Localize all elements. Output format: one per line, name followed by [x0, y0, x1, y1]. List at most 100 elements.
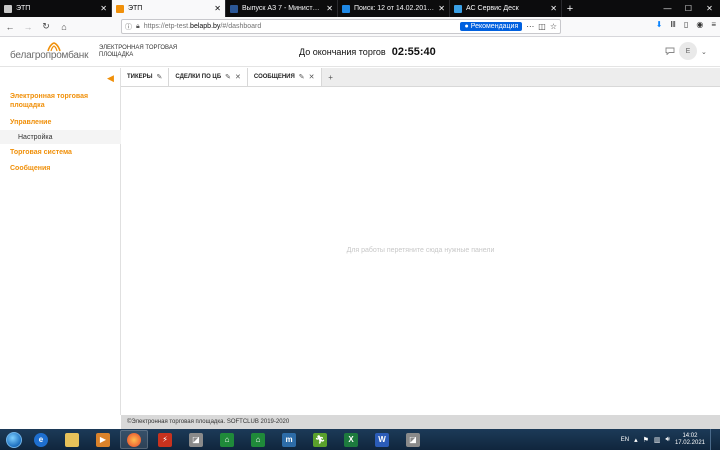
browser-tab-title: ЭТП: [16, 5, 31, 12]
countdown-label: До окончания торгов: [299, 47, 386, 57]
address-bar[interactable]: ⓘ 🔒︎ https://etp-test.belapb.by/#/dashbo…: [121, 19, 561, 34]
action-center-flag-icon[interactable]: ⚑: [643, 436, 649, 444]
search-favicon-icon: [342, 4, 350, 13]
edit-pencil-icon[interactable]: ✎: [299, 73, 305, 81]
close-window-button[interactable]: ✕: [699, 0, 720, 17]
taskbar-app-red[interactable]: ⚡: [151, 430, 179, 449]
browser-nav-bar: ← → ↻ ⌂ ⓘ 🔒︎ https://etp-test.belapb.by/…: [0, 17, 720, 37]
tab-messages[interactable]: СООБЩЕНИЯ ✎ ✕: [247, 68, 322, 86]
pocket-icon[interactable]: ◫: [538, 22, 546, 31]
internet-explorer-icon: e: [34, 432, 48, 447]
taskbar-explorer[interactable]: [58, 430, 86, 449]
browser-tab[interactable]: Поиск: 12 от 14.02.2019 - йех ✕: [338, 0, 450, 17]
dashboard-workspace[interactable]: Для работы перетяните сюда нужные панели: [121, 87, 720, 415]
taskbar-remote[interactable]: ◪: [182, 430, 210, 449]
show-hidden-icons-icon[interactable]: ▴: [634, 436, 638, 444]
empty-workspace-hint: Для работы перетяните сюда нужные панели: [346, 247, 495, 254]
close-tab-icon[interactable]: ✕: [550, 4, 557, 13]
browser-tab-title: ЭТП: [128, 5, 143, 12]
remote-desktop-icon: ◪: [189, 432, 203, 447]
back-arrow-icon[interactable]: ←: [4, 21, 16, 33]
chat-icon[interactable]: [665, 47, 675, 55]
etp-favicon-icon: [116, 4, 124, 13]
trading-countdown: До окончания торгов 02:55:40: [299, 46, 436, 58]
new-tab-button[interactable]: +: [562, 0, 578, 17]
tab-securities-deals[interactable]: СДЕЛКИ ПО ЦБ ✎ ✕: [169, 68, 248, 86]
sidebar-item-management[interactable]: Управление: [10, 118, 115, 127]
volume-icon[interactable]: 🔊︎: [666, 436, 670, 444]
collapse-sidebar-icon[interactable]: ◀: [107, 73, 114, 84]
taskbar-bank-client-2[interactable]: ⌂: [244, 430, 272, 449]
bank-logo[interactable]: белагропромбанк: [10, 42, 92, 62]
taskbar-media-player[interactable]: ▶: [89, 430, 117, 449]
close-tab-icon[interactable]: ✕: [438, 4, 445, 13]
recommendation-button[interactable]: ● Рекомендация: [460, 22, 523, 31]
home-icon[interactable]: ⌂: [58, 21, 70, 33]
windows-taskbar: e ▶ ⚡ ◪ ⌂ ⌂ m 🏃︎ X W ◪ EN ▴ ⚑ ▥ 🔊︎ 14:02…: [0, 429, 720, 450]
sidebar: ◀ Электронная торговая площадка Управлен…: [0, 68, 121, 415]
url-text[interactable]: https://etp-test.belapb.by/#/dashboard: [144, 23, 457, 30]
lock-icon[interactable]: 🔒︎: [136, 23, 140, 31]
taskbar-word[interactable]: W: [368, 430, 396, 449]
clock-date: 17.02.2021: [674, 439, 705, 446]
clock-time: 14:02: [682, 432, 698, 439]
reload-icon[interactable]: ↻: [40, 21, 52, 33]
show-desktop-button[interactable]: [710, 429, 716, 450]
firefox-icon: [127, 432, 141, 447]
browser-tab[interactable]: ЭТП ✕: [0, 0, 112, 17]
edit-pencil-icon[interactable]: ✎: [225, 73, 231, 81]
taskbar-runner[interactable]: 🏃︎: [306, 430, 334, 449]
network-icon[interactable]: ▥: [654, 436, 661, 444]
start-button[interactable]: [0, 429, 27, 450]
page-actions-icon[interactable]: ⋯: [526, 22, 534, 31]
clock[interactable]: 14:02 17.02.2021: [675, 433, 705, 447]
menu-hamburger-icon[interactable]: ≡: [711, 20, 716, 29]
dashboard-tabs: ТИКЕРЫ ✎ СДЕЛКИ ПО ЦБ ✎ ✕ СООБЩЕНИЯ ✎ ✕ …: [121, 68, 720, 87]
close-tab-icon[interactable]: ✕: [100, 4, 107, 13]
sidebar-item-settings[interactable]: Настройка: [0, 130, 121, 144]
user-avatar[interactable]: Е: [679, 42, 697, 60]
runner-icon: 🏃︎: [313, 432, 327, 447]
sidebar-item-messages[interactable]: Сообщения: [10, 164, 115, 173]
app-icon: ⚡: [158, 432, 172, 447]
taskbar-firefox[interactable]: [120, 430, 148, 449]
language-indicator[interactable]: EN: [621, 437, 629, 443]
browser-tab[interactable]: АС Сервис Деск ✕: [450, 0, 562, 17]
browser-tab[interactable]: Выпуск АЗ 7 - Министерство ✕: [226, 0, 338, 17]
forward-arrow-icon[interactable]: →: [22, 21, 34, 33]
page-info-icon[interactable]: ⓘ: [125, 22, 132, 32]
excel-icon: X: [344, 432, 358, 447]
bookmark-star-icon[interactable]: ☆: [550, 22, 557, 31]
browser-tab-active[interactable]: ЭТП ✕: [112, 0, 226, 17]
taskbar-remote-2[interactable]: ◪: [399, 430, 427, 449]
chevron-down-icon[interactable]: ⌄: [701, 48, 707, 56]
sidebar-item-trading-system[interactable]: Торговая система: [10, 148, 115, 157]
bank-building-icon: ⌂: [220, 432, 234, 447]
etp-favicon-icon: [4, 4, 12, 13]
taskbar-excel[interactable]: X: [337, 430, 365, 449]
tab-label: СООБЩЕНИЯ: [253, 74, 295, 80]
taskbar-ie[interactable]: e: [27, 430, 55, 449]
account-icon[interactable]: ◉: [696, 20, 703, 29]
sidebar-toggle-icon[interactable]: ▯: [684, 20, 688, 29]
close-tab-icon[interactable]: ✕: [214, 4, 221, 13]
minimize-button[interactable]: —: [657, 0, 678, 17]
sidebar-item-trading-platform[interactable]: Электронная торговая площадка: [10, 92, 115, 110]
tab-tickers[interactable]: ТИКЕРЫ ✎: [121, 68, 170, 86]
folder-icon: [65, 432, 79, 447]
document-favicon-icon: [230, 4, 238, 13]
taskbar-app-m[interactable]: m: [275, 430, 303, 449]
taskbar-bank-client-1[interactable]: ⌂: [213, 430, 241, 449]
bank-building-icon: ⌂: [251, 432, 265, 447]
close-icon[interactable]: ✕: [235, 73, 241, 81]
app-header: белагропромбанк ЭЛЕКТРОННАЯ ТОРГОВАЯ ПЛО…: [0, 37, 720, 67]
add-tab-button[interactable]: +: [322, 68, 340, 86]
download-icon[interactable]: ⬇: [656, 20, 663, 29]
library-icon[interactable]: Ⅲ: [670, 20, 676, 29]
browser-tab-title: Выпуск АЗ 7 - Министерство: [242, 5, 322, 12]
close-icon[interactable]: ✕: [309, 73, 315, 81]
close-tab-icon[interactable]: ✕: [326, 4, 333, 13]
m-app-icon: m: [282, 432, 296, 447]
maximize-button[interactable]: ☐: [678, 0, 699, 17]
edit-pencil-icon[interactable]: ✎: [157, 73, 163, 81]
